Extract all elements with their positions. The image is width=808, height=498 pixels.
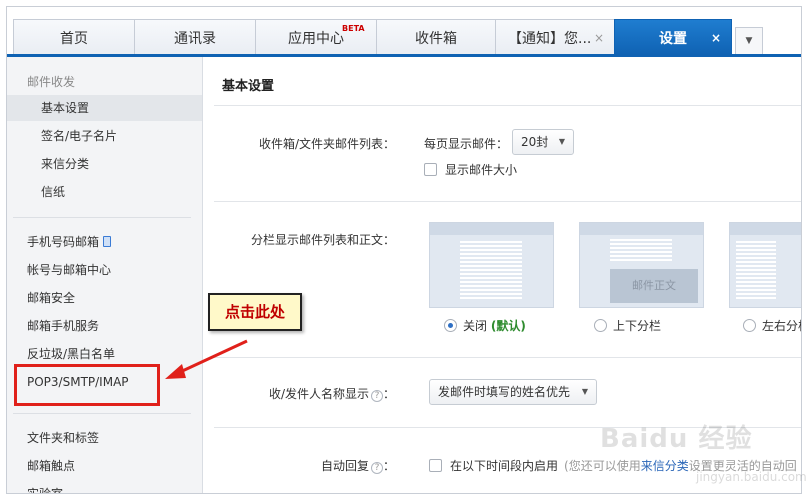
watermark-url: jingyan.baidu.com bbox=[696, 470, 807, 484]
callout: 点击此处 bbox=[208, 293, 302, 331]
watermark-logo: Baidu 经验 bbox=[600, 424, 753, 454]
